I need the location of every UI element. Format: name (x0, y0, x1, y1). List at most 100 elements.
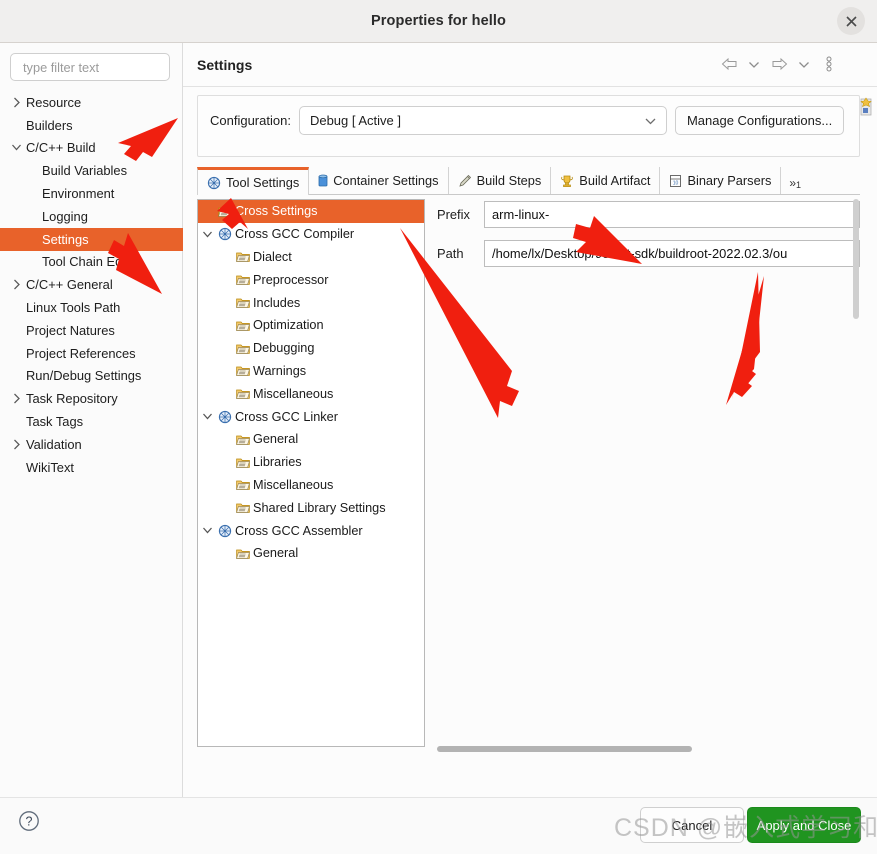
svg-text:?: ? (26, 815, 33, 829)
chevron-down-icon (644, 113, 657, 128)
option-tree-item-shared-library-settings[interactable]: Shared Library Settings (198, 496, 424, 519)
forward-button[interactable] (769, 53, 789, 75)
option-tree-item-optimization[interactable]: Optimization (198, 314, 424, 337)
tool-settings-icon (207, 176, 221, 190)
option-tree-item-cross-gcc-compiler[interactable]: Cross GCC Compiler (198, 223, 424, 246)
manage-configurations-button[interactable]: Manage Configurations... (674, 106, 845, 135)
option-tree-item-label: Cross GCC Assembler (235, 523, 363, 538)
sidebar-item-label: Linux Tools Path (26, 300, 121, 316)
sidebar-item-tool-chain-editor[interactable]: Tool Chain Editor (0, 251, 183, 274)
sidebar-item-builders[interactable]: Builders (0, 114, 183, 137)
option-tree-item-miscellaneous[interactable]: Miscellaneous (198, 382, 424, 405)
sidebar-item-label: WikiText (26, 459, 74, 475)
folder-icon (234, 296, 252, 309)
sidebar-item-label: Builders (26, 117, 73, 133)
tab-overflow-button[interactable]: » 1 (781, 176, 807, 194)
close-button[interactable] (837, 7, 865, 35)
forward-history-button[interactable] (794, 53, 814, 75)
sidebar-item-label: Tool Chain Editor (42, 254, 141, 270)
tool-settings-content: Cross Settings Cross GCC Compiler Dialect P… (197, 195, 860, 795)
option-tree-item-debugging[interactable]: Debugging (198, 337, 424, 360)
sidebar-item-wikitext[interactable]: WikiText (0, 456, 183, 479)
settings-nav-tree[interactable]: Resource Builders C/C++ Build Build Variabl… (0, 91, 183, 479)
sidebar-item-build-variables[interactable]: Build Variables (0, 159, 183, 182)
chevron-down-icon[interactable] (198, 229, 216, 240)
option-tree-item-dialect[interactable]: Dialect (198, 246, 424, 269)
option-tree-item-cross-settings[interactable]: Cross Settings (198, 200, 424, 223)
chevron-down-icon[interactable] (198, 411, 216, 422)
folder-icon (234, 387, 252, 400)
sidebar-item-validation[interactable]: Validation (0, 433, 183, 456)
apply-and-close-button[interactable]: Apply and Close (747, 807, 861, 843)
forward-arrow-icon (772, 57, 787, 71)
filter-box[interactable] (10, 53, 170, 81)
prefix-value: arm-linux- (492, 206, 550, 222)
chevron-right-icon[interactable] (8, 91, 24, 114)
folder-icon (234, 478, 252, 491)
cancel-button[interactable]: Cancel (640, 807, 744, 843)
option-tree-item-preprocessor[interactable]: Preprocessor (198, 268, 424, 291)
pin-icon[interactable] (859, 97, 873, 117)
prefix-input[interactable]: arm-linux- (484, 200, 860, 228)
chevron-right-icon[interactable] (8, 433, 24, 456)
tab-binary-parsers[interactable]: 10 Binary Parsers (660, 167, 782, 194)
tab-overflow-count: 1 (796, 180, 802, 190)
option-tree-item-cross-gcc-assembler[interactable]: Cross GCC Assembler (198, 519, 424, 542)
content-hscrollbar-thumb[interactable] (437, 746, 692, 752)
option-tree-item-cross-gcc-linker[interactable]: Cross GCC Linker (198, 405, 424, 428)
configuration-select[interactable]: Debug [ Active ] (298, 106, 667, 135)
dialog-footer: ? Cancel Apply and Close (0, 797, 877, 854)
folder-icon (234, 319, 252, 332)
chevron-down-icon[interactable] (8, 137, 24, 160)
configuration-row: Configuration: Debug [ Active ] Manage C… (210, 106, 845, 135)
sidebar-item-run-debug-settings[interactable]: Run/Debug Settings (0, 365, 183, 388)
chevron-right-icon[interactable] (8, 387, 24, 410)
build-steps-icon (458, 174, 472, 188)
option-tree-item-general[interactable]: General (198, 542, 424, 565)
sidebar-item-c-c-build[interactable]: C/C++ Build (0, 137, 183, 160)
tool-options-tree[interactable]: Cross Settings Cross GCC Compiler Dialect P… (197, 199, 425, 747)
chevron-down-icon[interactable] (198, 525, 216, 536)
sidebar-item-logging[interactable]: Logging (0, 205, 183, 228)
tab-build-steps[interactable]: Build Steps (449, 167, 552, 194)
chevron-right-icon[interactable] (8, 273, 24, 296)
help-button[interactable]: ? (18, 810, 40, 832)
option-tree-item-miscellaneous[interactable]: Miscellaneous (198, 474, 424, 497)
tab-tool-settings[interactable]: Tool Settings (197, 167, 310, 195)
sidebar-item-task-repository[interactable]: Task Repository (0, 387, 183, 410)
tab-label: Tool Settings (226, 175, 300, 190)
sidebar-item-label: Project References (26, 345, 136, 361)
tab-build-artifact[interactable]: Build Artifact (551, 167, 661, 194)
page-menu-button[interactable] (819, 53, 839, 75)
sidebar-item-task-tags[interactable]: Task Tags (0, 410, 183, 433)
content-vscrollbar-thumb[interactable] (853, 199, 859, 319)
tab-overflow-label: » (789, 176, 797, 190)
option-tree-item-label: Warnings (253, 363, 307, 378)
tab-label: Build Artifact (579, 173, 651, 188)
sidebar-item-environment[interactable]: Environment (0, 182, 183, 205)
sidebar-item-label: Task Tags (26, 414, 84, 430)
folder-icon (216, 205, 234, 218)
option-tree-item-libraries[interactable]: Libraries (198, 451, 424, 474)
option-tree-item-includes[interactable]: Includes (198, 291, 424, 314)
sidebar-item-project-references[interactable]: Project References (0, 342, 183, 365)
sidebar-item-linux-tools-path[interactable]: Linux Tools Path (0, 296, 183, 319)
tab-label: Container Settings (333, 173, 439, 188)
back-history-button[interactable] (744, 53, 764, 75)
content-hscrollbar[interactable] (437, 745, 853, 754)
tab-container-settings[interactable]: Container Settings (309, 167, 449, 194)
folder-icon (234, 273, 252, 286)
option-tree-item-warnings[interactable]: Warnings (198, 360, 424, 383)
back-button[interactable] (719, 53, 739, 75)
dialog-body: Resource Builders C/C++ Build Build Variabl… (0, 43, 877, 797)
sidebar-item-label: C/C++ Build (26, 140, 96, 156)
sidebar-item-settings[interactable]: Settings (0, 227, 183, 251)
sidebar-item-c-c-general[interactable]: C/C++ General (0, 273, 183, 296)
option-tree-item-general[interactable]: General (198, 428, 424, 451)
settings-tab-bar[interactable]: Tool Settings Container Settings Build Ste… (197, 167, 860, 195)
path-input[interactable]: /home/lx/Desktop/980iot-sdk/buildroot-20… (484, 239, 860, 267)
sidebar-item-project-natures[interactable]: Project Natures (0, 319, 183, 342)
option-tree-item-label: Cross GCC Compiler (235, 227, 355, 242)
sidebar-item-resource[interactable]: Resource (0, 91, 183, 114)
filter-input[interactable] (21, 58, 159, 76)
